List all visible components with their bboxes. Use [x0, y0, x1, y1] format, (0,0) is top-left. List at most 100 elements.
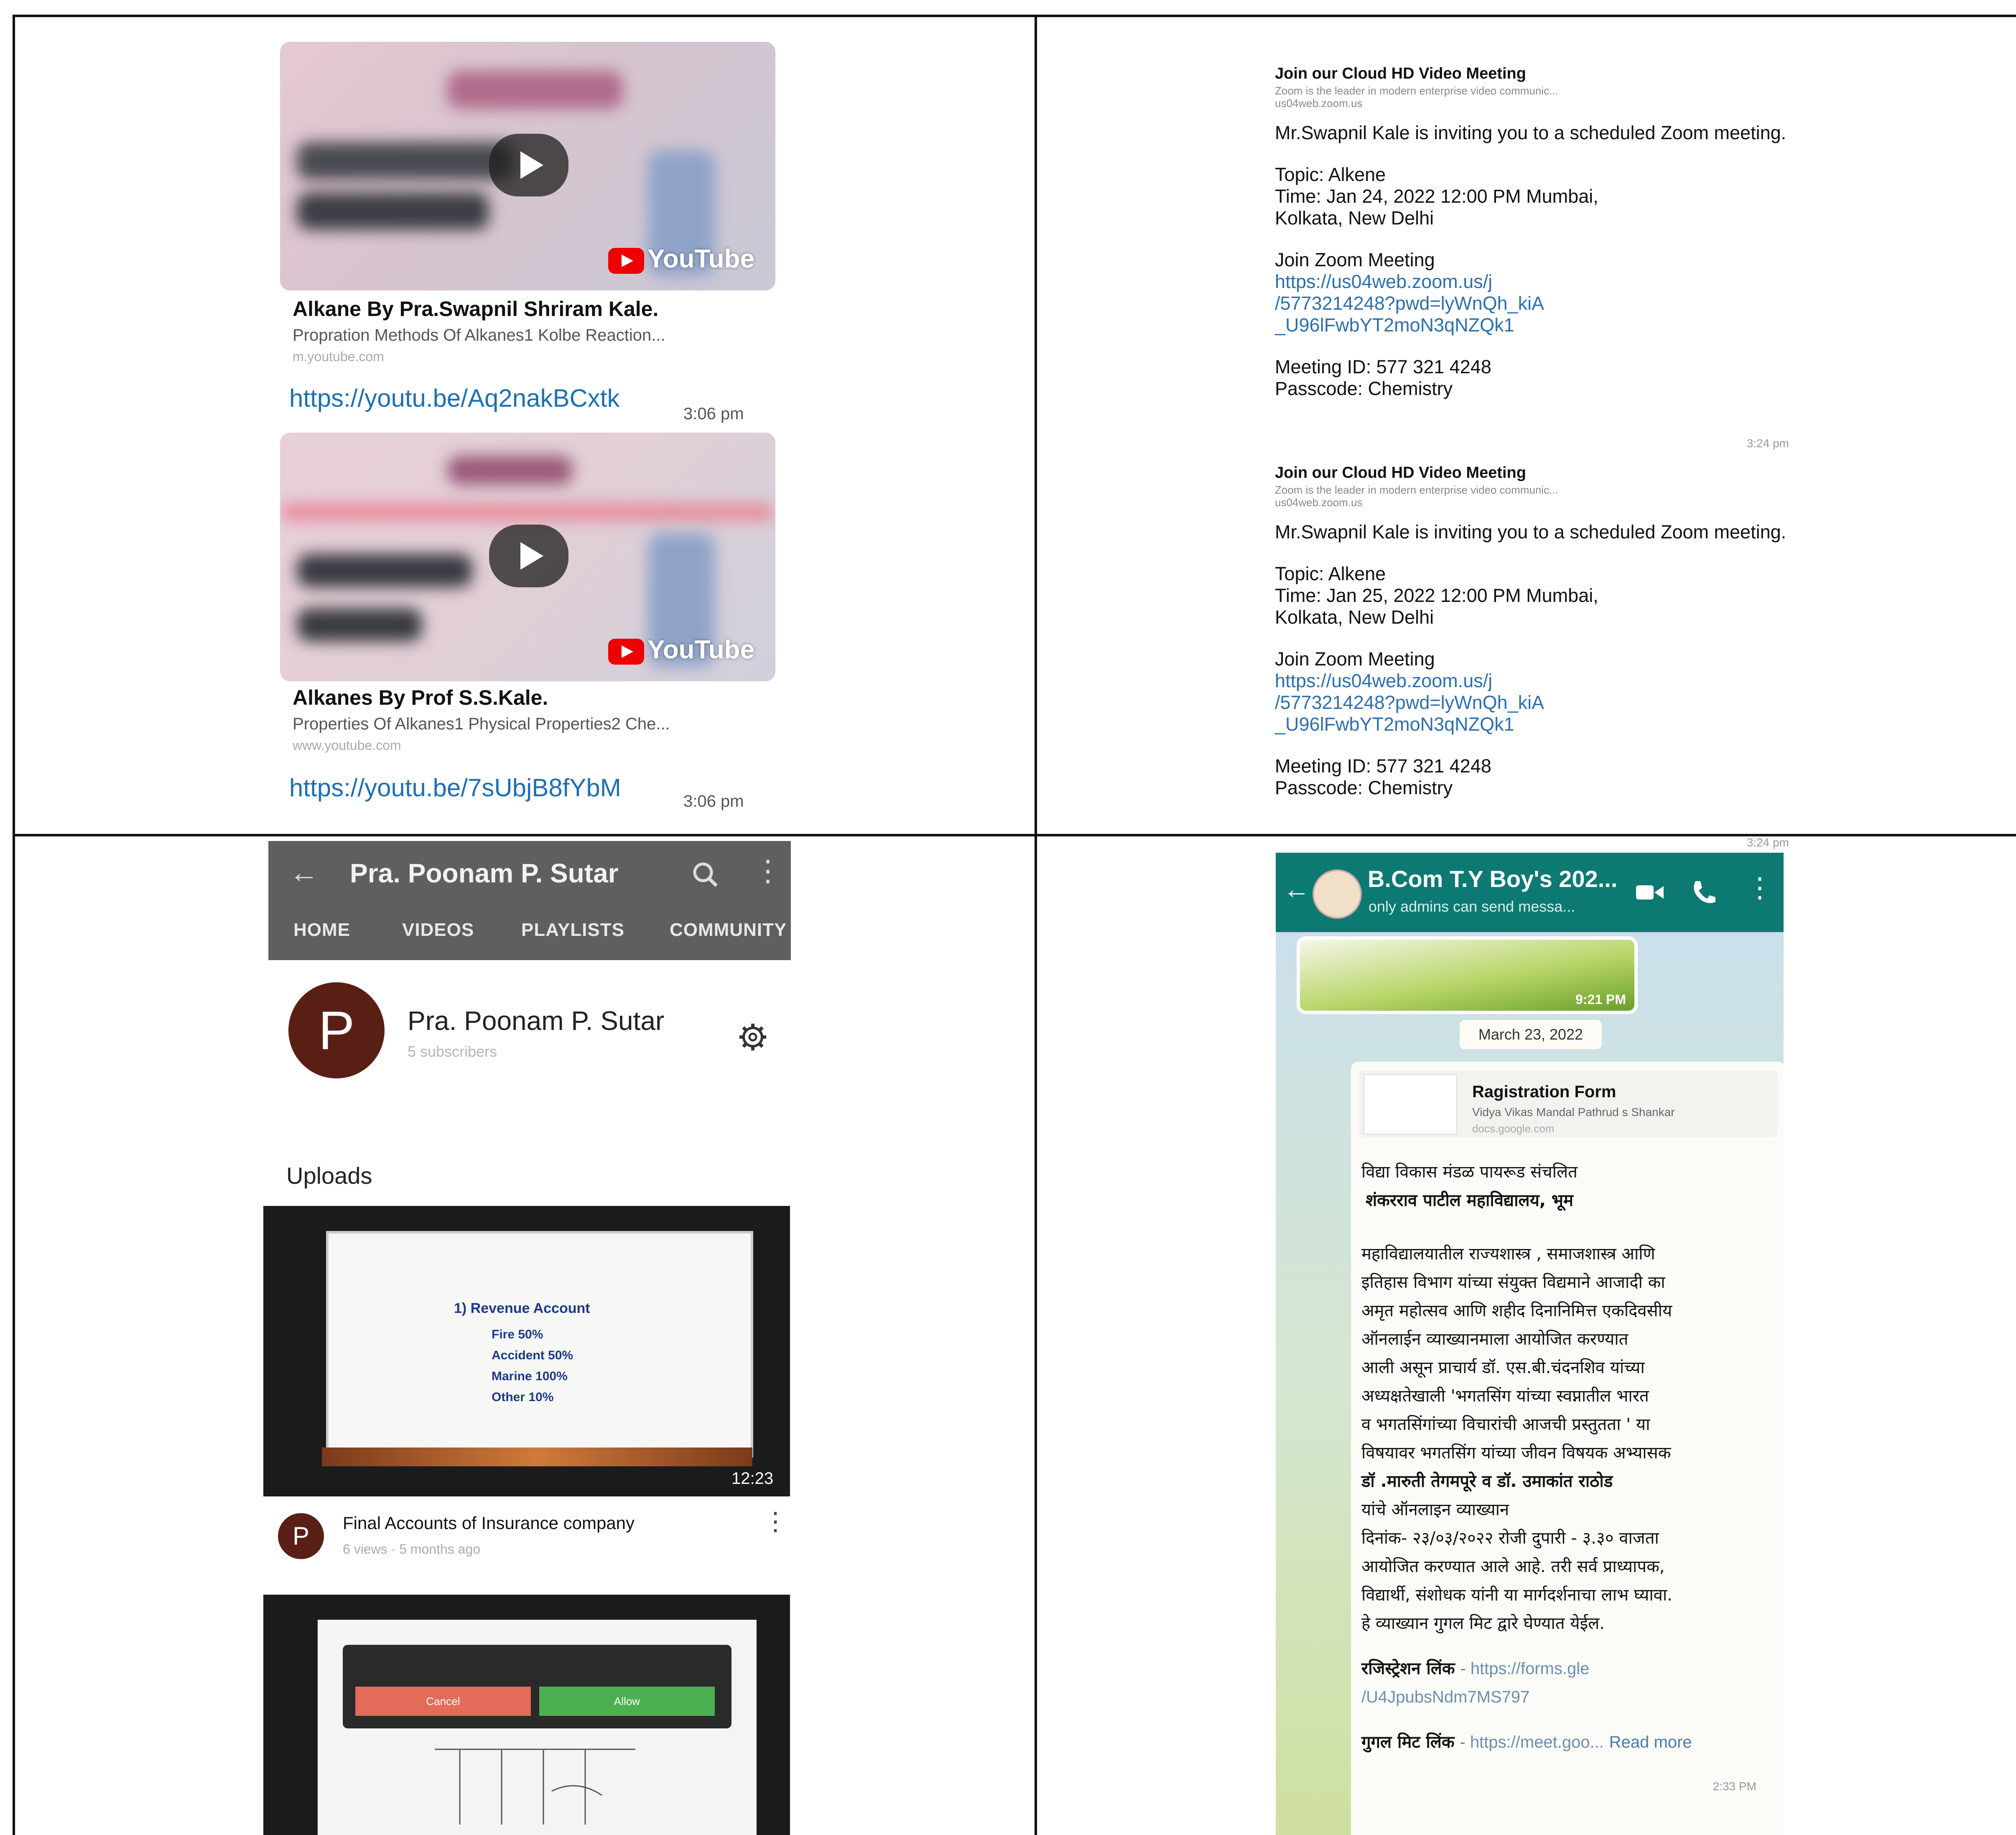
passcode: Passcode: Chemistry — [1275, 378, 1453, 399]
link-preview-title: Ragistration Form — [1472, 1083, 1616, 1101]
slide-allow-button: Allow — [539, 1687, 715, 1716]
message-time: 3:06 pm — [683, 792, 744, 810]
channel-name: Pra. Poonam P. Sutar — [408, 1006, 665, 1036]
slide-cancel-button: Cancel — [355, 1687, 531, 1716]
zoom-url-link[interactable]: _U96lFwbYT2moN3qNZQk1 — [1275, 714, 1789, 735]
grid-top-border — [13, 15, 2016, 17]
message-time: 2:33 PM — [1713, 1780, 1756, 1793]
join-label: Join Zoom Meeting — [1275, 648, 1435, 670]
topic-line: Topic: Alkene — [1275, 164, 1386, 185]
message-line: महाविद्यालयातील राज्यशास्त्र , समाजशास्त… — [1361, 1244, 1655, 1264]
video-link-site: m.youtube.com — [293, 349, 384, 364]
message-line: शंकरराव पाटील महाविद्यालय, भूम — [1366, 1191, 1573, 1210]
video-link-title: Alkane By Pra.Swapnil Shriram Kale. — [293, 297, 659, 321]
message-line: विद्या विकास मंडळ पायरूड संचलित — [1361, 1162, 1578, 1182]
link-preview-subheading: Zoom is the leader in modern enterprise … — [1275, 484, 1558, 496]
message-line: ऑनलाईन व्याख्यानमाला आयोजित करण्यात — [1361, 1330, 1629, 1349]
link-preview-heading: Join our Cloud HD Video Meeting — [1275, 65, 1526, 82]
time-zone-line: Kolkata, New Delhi — [1275, 207, 1434, 229]
more-vert-icon[interactable]: ⋮ — [763, 1507, 788, 1536]
message-line: विषयावर भगतसिंग यांच्या जीवन विषयक अभ्या… — [1361, 1443, 1671, 1463]
link-preview-subheading: Zoom is the leader in modern enterprise … — [1275, 84, 1558, 97]
image-message[interactable]: 9:21 PM — [1297, 936, 1638, 1014]
registration-link[interactable]: /U4JpubsNdm7MS797 — [1361, 1683, 1763, 1711]
youtube-link-card[interactable]: YouTube Alkanes By Prof S.S.Kale. Proper… — [280, 433, 782, 810]
video-title[interactable]: Final Accounts of Insurance company — [343, 1513, 635, 1533]
grid-left-border — [13, 15, 15, 1835]
invite-text: Mr.Swapnil Kale is inviting you to a sch… — [1275, 122, 1787, 143]
video-thumbnail[interactable]: YouTube — [280, 433, 775, 681]
search-icon[interactable] — [691, 860, 720, 889]
meeting-id: Meeting ID: 577 321 4248 — [1275, 356, 1491, 377]
link-preview-site: us04web.zoom.us — [1275, 496, 1363, 509]
link-preview-site: docs.google.com — [1472, 1122, 1555, 1135]
slide-heading: 1) Revenue Account — [454, 1300, 590, 1316]
tab-community[interactable]: COMMUNITY — [670, 920, 787, 940]
time-zone-line: Kolkata, New Delhi — [1275, 607, 1434, 628]
slide-row: Marine 100% — [492, 1369, 568, 1383]
message-line: आली असून प्राचार्य डॉ. एस.बी.चंदनशिव यां… — [1361, 1358, 1645, 1377]
video-link-site: www.youtube.com — [293, 738, 401, 753]
video-call-icon[interactable] — [1635, 882, 1664, 903]
video-thumbnail[interactable]: YouTube — [280, 42, 775, 291]
invite-text: Mr.Swapnil Kale is inviting you to a sch… — [1275, 521, 1787, 543]
gear-icon[interactable] — [738, 1022, 768, 1052]
message-line: अध्यक्षतेखाली 'भगतसिंग यांच्या स्वप्नाती… — [1361, 1386, 1649, 1406]
message-line: डॉ .मारुती तेगमपूरे व डॉ. उमाकांत राठोड — [1361, 1472, 1613, 1491]
read-more-link[interactable]: Read more — [1609, 1733, 1692, 1751]
message-line: आयोजित करण्यात आले आहे. तरी सर्व प्राध्य… — [1361, 1557, 1665, 1576]
message-line: विद्यार्थी, संशोधक यांनी या मार्गदर्शनाच… — [1361, 1585, 1672, 1605]
video-url-link[interactable]: https://youtu.be/Aq2nakBCxtk — [289, 384, 619, 413]
tab-videos[interactable]: VIDEOS — [402, 920, 474, 940]
uploader-avatar: P — [278, 1513, 324, 1559]
slide-row: Accident 50% — [492, 1348, 573, 1362]
slide-footer-bar — [322, 1448, 752, 1466]
meet-link[interactable]: https://meet.goo... — [1470, 1733, 1604, 1751]
youtube-link-card[interactable]: YouTube Alkane By Pra.Swapnil Shriram Ka… — [280, 42, 782, 423]
back-arrow-icon[interactable]: ← — [1283, 874, 1310, 905]
zoom-invite-message: Join our Cloud HD Video Meeting Zoom is … — [1275, 63, 1789, 450]
zoom-url-link[interactable]: _U96lFwbYT2moN3qNZQk1 — [1275, 314, 1789, 336]
registration-label: रजिस्ट्रेशन लिंक — [1361, 1659, 1455, 1678]
group-name[interactable]: B.Com T.Y Boy's 202... — [1368, 865, 1617, 892]
meet-link-label: गुगल मिट लिंक — [1361, 1733, 1455, 1752]
phone-icon[interactable] — [1690, 878, 1719, 907]
handwritten-diagram — [435, 1748, 635, 1825]
date-chip: March 23, 2022 — [1460, 1020, 1602, 1049]
dialog-box: Cancel Allow — [343, 1645, 731, 1728]
link-preview[interactable]: Ragistration Form Vidya Vikas Mandal Pat… — [1359, 1070, 1777, 1137]
video-link-title: Alkanes By Prof S.S.Kale. — [293, 686, 548, 709]
zoom-url-link[interactable]: https://us04web.zoom.us/j — [1275, 271, 1789, 293]
tab-playlists[interactable]: PLAYLISTS — [521, 920, 624, 940]
group-avatar[interactable] — [1313, 869, 1362, 919]
more-vert-icon[interactable]: ⋮ — [1746, 872, 1774, 904]
video-thumbnail[interactable]: 1) Revenue Account Fire 50% Accident 50%… — [263, 1206, 790, 1496]
message-time: 3:24 pm — [1746, 836, 1789, 849]
play-icon[interactable] — [489, 134, 568, 196]
message-bubble[interactable]: Ragistration Form Vidya Vikas Mandal Pat… — [1351, 1062, 1784, 1835]
message-line: हे व्याख्यान गुगल मिट द्वारे घेण्यात येई… — [1361, 1614, 1605, 1633]
zoom-url-link[interactable]: /5773214248?pwd=lyWnQh_kiA — [1275, 692, 1789, 714]
topic-line: Topic: Alkene — [1275, 563, 1386, 584]
registration-link[interactable]: https://forms.gle — [1471, 1659, 1590, 1678]
zoom-url-link[interactable]: /5773214248?pwd=lyWnQh_kiA — [1275, 293, 1789, 314]
channel-header-title: Pra. Poonam P. Sutar — [350, 858, 619, 888]
chat-header: ← B.Com T.Y Boy's 202... only admins can… — [1276, 853, 1784, 932]
zoom-url-link[interactable]: https://us04web.zoom.us/j — [1275, 670, 1789, 692]
time-line: Time: Jan 25, 2022 12:00 PM Mumbai, — [1275, 585, 1598, 606]
message-line: व भगतसिंगांच्या विचारांची आजची प्रस्तुतत… — [1361, 1415, 1650, 1434]
whatsapp-chat: ← B.Com T.Y Boy's 202... only admins can… — [1276, 853, 1784, 1835]
channel-app-bar: ← Pra. Poonam P. Sutar ⋮ HOME VIDEOS PLA… — [268, 841, 791, 960]
video-url-link[interactable]: https://youtu.be/7sUbjB8fYbM — [289, 773, 621, 802]
channel-avatar: P — [288, 982, 385, 1078]
slide-row: Fire 50% — [492, 1328, 543, 1341]
meeting-id: Meeting ID: 577 321 4248 — [1275, 755, 1491, 777]
uploads-heading: Uploads — [286, 1162, 372, 1189]
tab-home[interactable]: HOME — [293, 920, 350, 940]
video-meta: 6 views · 5 months ago — [343, 1542, 481, 1557]
play-icon[interactable] — [489, 525, 568, 587]
video-thumbnail[interactable]: Cancel Allow — [263, 1595, 790, 1835]
more-vert-icon[interactable]: ⋮ — [753, 854, 782, 888]
back-arrow-icon[interactable]: ← — [289, 856, 319, 889]
link-preview-site: us04web.zoom.us — [1275, 97, 1363, 110]
